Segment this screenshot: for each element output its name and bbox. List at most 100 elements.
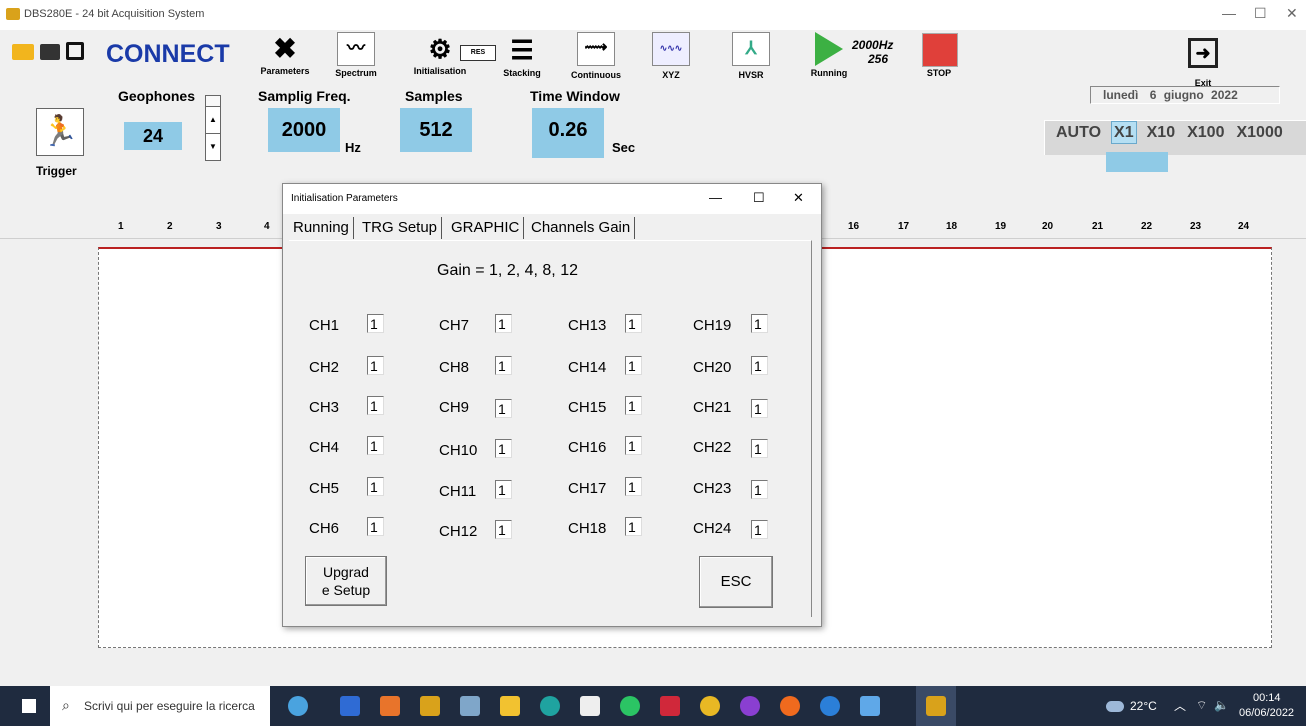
- network-icon[interactable]: ⌔: [1196, 698, 1207, 713]
- trigger-label: Trigger: [36, 164, 77, 178]
- channel-label: CH14: [568, 359, 607, 376]
- channel-gain-input[interactable]: 1: [625, 517, 642, 536]
- firefox-browser-icon[interactable]: [780, 696, 800, 716]
- channel-gain-input[interactable]: 1: [367, 436, 384, 455]
- tab-trg-setup[interactable]: TRG Setup: [358, 217, 443, 239]
- running-button[interactable]: Running: [806, 32, 852, 78]
- channel-gain-input[interactable]: 1: [495, 520, 512, 539]
- continuous-button[interactable]: ⟿ Continuous: [562, 32, 630, 80]
- sampling-field[interactable]: 2000: [268, 108, 340, 152]
- monitor-app-icon[interactable]: [460, 696, 480, 716]
- app-icon-dbs[interactable]: [420, 696, 440, 716]
- file-explorer-icon[interactable]: [500, 696, 520, 716]
- hvsr-button[interactable]: ⅄ HVSR: [728, 32, 774, 80]
- channel-gain-input[interactable]: 1: [751, 439, 768, 458]
- tab-graphic[interactable]: GRAPHIC: [447, 217, 525, 239]
- dbs-running-app-icon: [926, 696, 946, 716]
- geophones-field[interactable]: 24: [124, 122, 182, 150]
- channel-gain-input[interactable]: 1: [751, 356, 768, 375]
- esc-button[interactable]: ESC: [699, 556, 773, 608]
- channel-gain-input[interactable]: 1: [625, 477, 642, 496]
- dialog-minimize-button[interactable]: —: [709, 190, 722, 205]
- channel-gain-input[interactable]: 1: [367, 396, 384, 415]
- channel-gain-input[interactable]: 1: [495, 356, 512, 375]
- res-button[interactable]: RES: [460, 45, 496, 61]
- calculator-app-icon[interactable]: [340, 696, 360, 716]
- channel-gain-input[interactable]: 1: [367, 517, 384, 536]
- sync-app-icon[interactable]: [820, 696, 840, 716]
- weather-cloud-icon[interactable]: [1106, 701, 1124, 712]
- edge-browser-icon[interactable]: [540, 696, 560, 716]
- channel-gain-input[interactable]: 1: [495, 439, 512, 458]
- geophones-down-button[interactable]: ▼: [205, 133, 221, 161]
- channel-ruler-tick: 3: [216, 221, 222, 232]
- xyz-button[interactable]: ∿∿∿ XYZ: [648, 32, 694, 80]
- channel-gain-input[interactable]: 1: [495, 399, 512, 418]
- zoom-indicator: [1106, 152, 1168, 172]
- channel-gain-input[interactable]: 1: [367, 477, 384, 496]
- tray-chevron-icon[interactable]: ︿: [1174, 697, 1186, 714]
- zoom-option-x1000[interactable]: X1000: [1234, 122, 1284, 143]
- channel-label: CH10: [439, 442, 478, 459]
- dialog-close-button[interactable]: ✕: [793, 190, 804, 206]
- open-folder-icon[interactable]: [12, 44, 34, 60]
- dialog-maximize-button[interactable]: ☐: [753, 190, 765, 206]
- zoom-option-x1[interactable]: X1: [1111, 121, 1137, 144]
- channel-gain-input[interactable]: 1: [367, 314, 384, 333]
- chrome-browser-icon[interactable]: [700, 696, 720, 716]
- tab-channels-gain[interactable]: Channels Gain: [527, 217, 636, 239]
- minimize-button[interactable]: —: [1222, 5, 1236, 21]
- connect-button[interactable]: CONNECT: [106, 40, 230, 69]
- channel-gain-input[interactable]: 1: [625, 356, 642, 375]
- clock-time[interactable]: 00:14: [1253, 692, 1281, 704]
- save-icon[interactable]: [66, 42, 84, 60]
- document-app-icon[interactable]: [580, 696, 600, 716]
- parameters-button[interactable]: ✖ Parameters: [256, 32, 314, 76]
- timewindow-field[interactable]: 0.26: [532, 108, 604, 158]
- channel-gain-input[interactable]: 1: [495, 480, 512, 499]
- channel-gain-input[interactable]: 1: [625, 314, 642, 333]
- samples-field[interactable]: 512: [400, 108, 472, 152]
- taskbar: ⌕ Scrivi qui per eseguire la ricerca 22°…: [0, 686, 1306, 726]
- channel-label: CH20: [693, 359, 732, 376]
- channel-gain-input[interactable]: 1: [367, 356, 384, 375]
- stacking-button[interactable]: ☰ Stacking: [494, 32, 550, 78]
- channel-gain-input[interactable]: 1: [751, 314, 768, 333]
- red-app-icon[interactable]: [660, 696, 680, 716]
- temperature[interactable]: 22°C: [1130, 699, 1157, 713]
- clock-date[interactable]: 06/06/2022: [1239, 707, 1294, 719]
- channel-label: CH12: [439, 523, 478, 540]
- exit-icon[interactable]: ➜: [1188, 38, 1218, 68]
- widget-icon[interactable]: [288, 696, 308, 716]
- geophones-up-button[interactable]: ▲: [205, 106, 221, 134]
- zoom-option-auto[interactable]: AUTO: [1054, 122, 1103, 143]
- channel-label: CH15: [568, 399, 607, 416]
- channel-ruler-tick: 18: [946, 221, 958, 232]
- sampling-unit: Hz: [345, 140, 361, 155]
- search-box[interactable]: ⌕ Scrivi qui per eseguire la ricerca: [50, 686, 270, 726]
- channel-gain-input[interactable]: 1: [495, 314, 512, 333]
- office-app-icon[interactable]: [380, 696, 400, 716]
- channel-gain-input[interactable]: 1: [625, 396, 642, 415]
- upgrade-setup-button[interactable]: Upgrad e Setup: [305, 556, 387, 606]
- trigger-button[interactable]: 🏃: [36, 108, 84, 156]
- spectrum-button[interactable]: 〰 Spectrum: [328, 32, 384, 78]
- channel-gain-input[interactable]: 1: [751, 480, 768, 499]
- channel-gain-input[interactable]: 1: [751, 399, 768, 418]
- close-button[interactable]: ✕: [1286, 5, 1298, 22]
- samples-readout: 256: [868, 52, 889, 66]
- whatsapp-icon[interactable]: [620, 696, 640, 716]
- media-app-icon[interactable]: [740, 696, 760, 716]
- channel-gain-input[interactable]: 1: [751, 520, 768, 539]
- zoom-option-x100[interactable]: X100: [1185, 122, 1226, 143]
- volume-icon[interactable]: 🔈: [1214, 698, 1229, 712]
- date-day: 6: [1149, 88, 1157, 102]
- channel-gain-input[interactable]: 1: [625, 436, 642, 455]
- windows-start-icon[interactable]: [22, 699, 36, 713]
- notepad-app-icon[interactable]: [860, 696, 880, 716]
- stop-button[interactable]: [922, 33, 958, 67]
- print-icon[interactable]: [40, 44, 60, 60]
- zoom-option-x10[interactable]: X10: [1145, 122, 1177, 143]
- maximize-button[interactable]: ☐: [1254, 5, 1267, 22]
- tab-running[interactable]: Running: [289, 217, 354, 239]
